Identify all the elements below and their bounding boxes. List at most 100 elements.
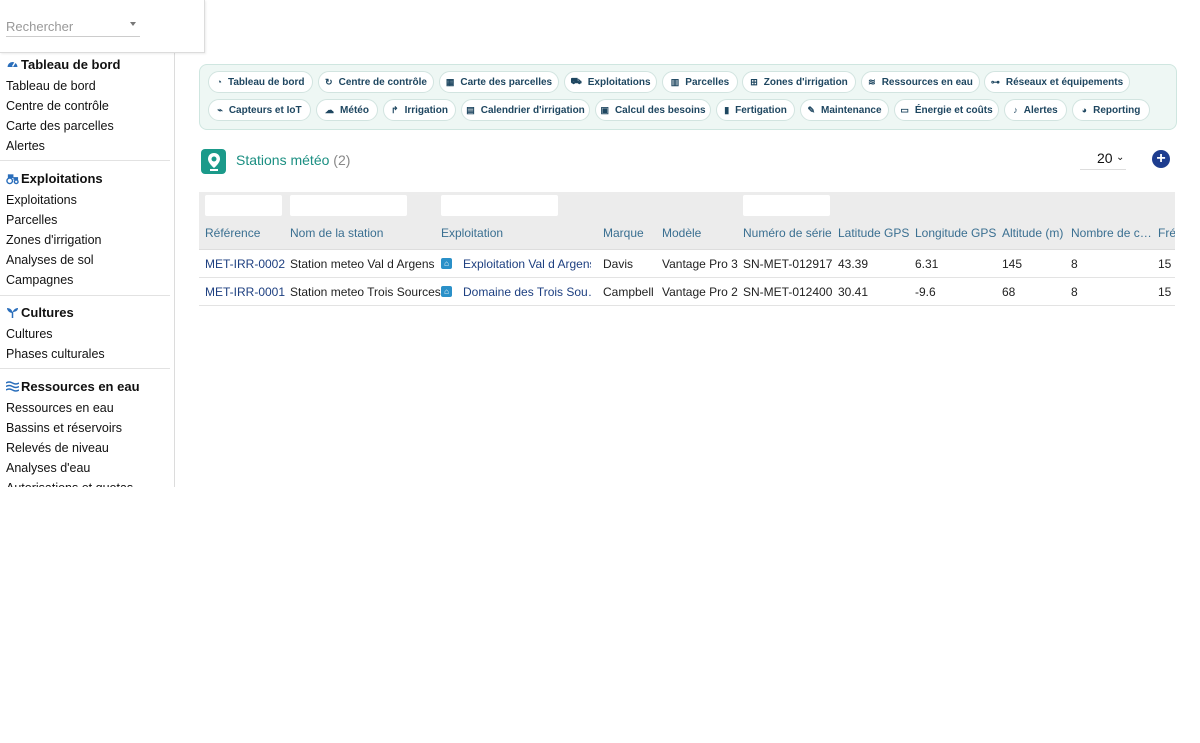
cell-numero-serie: SN-MET-012917 <box>743 257 833 271</box>
add-record-button[interactable]: + <box>1152 150 1170 168</box>
sidebar-item-alertes[interactable]: Alertes <box>0 136 174 156</box>
list-title-text: Stations météo <box>236 152 330 168</box>
plus-icon: + <box>1156 150 1166 167</box>
search-bar <box>0 0 205 53</box>
sidebar-item-autorisations-et-quotas[interactable]: Autorisations et quotas <box>0 478 174 487</box>
cell-marque: Davis <box>603 257 634 271</box>
chevron-down-icon: ⌄ <box>1116 152 1125 163</box>
column-header-nombre-capteurs[interactable]: Nombre de c… <box>1071 226 1152 240</box>
sprout-icon <box>6 306 19 319</box>
cell-frequence: 15 <box>1158 257 1172 271</box>
menu-meteo[interactable]: ☁ Météo <box>316 99 378 121</box>
water-icon: ≋ <box>868 76 876 87</box>
filter-exploitation[interactable] <box>441 195 558 216</box>
cell-frequence: 15 <box>1158 285 1172 299</box>
menu-irrigation[interactable]: ↱ Irrigation <box>383 99 456 121</box>
sidebar-item-zones-irrigation[interactable]: Zones d'irrigation <box>0 230 174 250</box>
menu-carte-des-parcelles[interactable]: ▦ Carte des parcelles <box>439 71 559 93</box>
menu-centre-de-controle[interactable]: ↻ Centre de contrôle <box>318 71 434 93</box>
cell-exploitation[interactable]: Exploitation Val d Argens <box>463 257 591 271</box>
tractor-icon <box>6 172 19 185</box>
cell-longitude: 6.31 <box>915 257 939 271</box>
menu-calcul-des-besoins[interactable]: ▣ Calcul des besoins <box>595 99 711 121</box>
sidebar-section-dashboard: Tableau de bord Tableau de bord Centre d… <box>0 54 174 156</box>
sidebar-section-exploitations: Exploitations Exploitations Parcelles Zo… <box>0 168 174 290</box>
table-row[interactable]: MET-IRR-0001 Station meteo Trois Sources… <box>199 278 1175 306</box>
calculator-icon: ▣ <box>600 104 609 115</box>
sidebar-item-ressources-en-eau[interactable]: Ressources en eau <box>0 398 174 418</box>
column-header-longitude[interactable]: Longitude GPS <box>915 226 996 240</box>
column-header-exploitation[interactable]: Exploitation <box>441 226 503 240</box>
sidebar-item-carte-des-parcelles[interactable]: Carte des parcelles <box>0 116 174 136</box>
menu-exploitations[interactable]: ⛟ Exploitations <box>564 71 657 93</box>
sidebar-section-cultures: Cultures Cultures Phases culturales <box>0 302 174 364</box>
sidebar-item-releves-de-niveau[interactable]: Relevés de niveau <box>0 438 174 458</box>
tractor-icon: ⛟ <box>570 76 582 86</box>
sidebar-item-tableau-de-bord[interactable]: Tableau de bord <box>0 76 174 96</box>
menu-energie-et-couts[interactable]: ▭ Énergie et coûts <box>894 99 999 121</box>
column-header-modele[interactable]: Modèle <box>662 226 701 240</box>
cell-marque: Campbell <box>603 285 654 299</box>
column-header-marque[interactable]: Marque <box>603 226 644 240</box>
module-menu: ◔ Tableau de bord ↻ Centre de contrôle ▦ Ca… <box>199 64 1177 130</box>
page-size-select[interactable]: 20 ⌄ <box>1080 149 1126 170</box>
sidebar-item-centre-de-controle[interactable]: Centre de contrôle <box>0 96 174 116</box>
sidebar-heading-dashboard[interactable]: Tableau de bord <box>0 54 174 74</box>
column-header-latitude[interactable]: Latitude GPS <box>838 226 909 240</box>
menu-alertes[interactable]: ♪ Alertes <box>1004 99 1067 121</box>
menu-parcelles[interactable]: ▥ Parcelles <box>662 71 738 93</box>
menu-fertigation[interactable]: ▮ Fertigation <box>716 99 795 121</box>
sidebar-item-campagnes[interactable]: Campagnes <box>0 270 174 290</box>
sidebar-item-analyses-eau[interactable]: Analyses d'eau <box>0 458 174 478</box>
sidebar-item-phases-culturales[interactable]: Phases culturales <box>0 344 174 364</box>
water-waves-icon <box>6 380 19 393</box>
cell-reference[interactable]: MET-IRR-0002 <box>205 257 285 271</box>
sidebar-item-analyses-de-sol[interactable]: Analyses de sol <box>0 250 174 270</box>
sidebar-item-cultures[interactable]: Cultures <box>0 324 174 344</box>
column-header-altitude[interactable]: Altitude (m) <box>1002 226 1063 240</box>
calendar-icon: ▤ <box>466 104 475 115</box>
sidebar-heading-exploitations[interactable]: Exploitations <box>0 168 174 188</box>
chevron-down-icon[interactable] <box>130 22 136 26</box>
sidebar-item-parcelles[interactable]: Parcelles <box>0 210 174 230</box>
search-input[interactable] <box>6 16 140 37</box>
money-icon: ▭ <box>900 104 909 115</box>
bell-icon: ♪ <box>1013 105 1018 115</box>
record-count: (2) <box>333 152 351 168</box>
column-header-numero-serie[interactable]: Numéro de série <box>743 226 832 240</box>
menu-calendrier-irrigation[interactable]: ▤ Calendrier d'irrigation <box>461 99 590 121</box>
cell-exploitation[interactable]: Domaine des Trois Sou… <box>463 285 591 299</box>
sidebar-divider <box>0 295 170 296</box>
menu-maintenance[interactable]: ✎ Maintenance <box>800 99 889 121</box>
sidebar: Tableau de bord Tableau de bord Centre d… <box>0 0 175 487</box>
menu-capteurs-et-iot[interactable]: ⌁ Capteurs et IoT <box>208 99 311 121</box>
menu-reseaux-et-equipements[interactable]: ⊶ Réseaux et équipements <box>984 71 1130 93</box>
cell-numero-serie: SN-MET-012400 <box>743 285 833 299</box>
table-row[interactable]: MET-IRR-0002 Station meteo Val d Argens … <box>199 250 1175 278</box>
cell-reference[interactable]: MET-IRR-0001 <box>205 285 285 299</box>
cell-nom-station: Station meteo Trois Sources <box>290 285 441 299</box>
sidebar-item-bassins-et-reservoirs[interactable]: Bassins et réservoirs <box>0 418 174 438</box>
filter-reference[interactable] <box>205 195 282 216</box>
menu-ressources-en-eau[interactable]: ≋ Ressources en eau <box>861 71 980 93</box>
cell-nombre-capteurs: 8 <box>1071 257 1078 271</box>
filter-numero-serie[interactable] <box>743 195 830 216</box>
sidebar-item-exploitations[interactable]: Exploitations <box>0 190 174 210</box>
flask-icon: ▮ <box>724 104 730 115</box>
column-header-nom-station[interactable]: Nom de la station <box>290 226 383 240</box>
gauge-icon <box>6 58 19 71</box>
cell-modele: Vantage Pro 3 <box>662 257 738 271</box>
menu-tableau-de-bord[interactable]: ◔ Tableau de bord <box>208 71 313 93</box>
sidebar-heading-cultures[interactable]: Cultures <box>0 302 174 322</box>
sidebar-divider <box>0 368 170 369</box>
column-header-reference[interactable]: Référence <box>205 226 260 240</box>
map-icon: ▥ <box>670 76 680 87</box>
sidebar-divider <box>0 160 170 161</box>
menu-reporting[interactable]: ◕ Reporting <box>1072 99 1150 121</box>
filter-nom-station[interactable] <box>290 195 407 216</box>
column-header-frequence[interactable]: Fré… <box>1158 226 1175 240</box>
table-header: Référence Nom de la station Exploitation… <box>199 192 1175 250</box>
cell-nom-station: Station meteo Val d Argens <box>290 257 435 271</box>
menu-zones-irrigation[interactable]: ⊞ Zones d'irrigation <box>742 71 856 93</box>
sidebar-heading-ressources-en-eau[interactable]: Ressources en eau <box>0 376 174 396</box>
